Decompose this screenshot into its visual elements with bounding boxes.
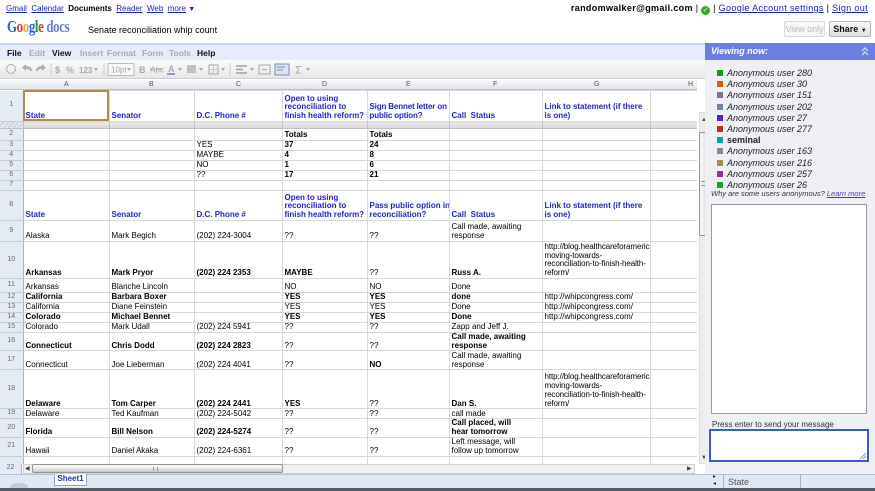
svg-text:Σ: Σ (295, 65, 302, 77)
svg-text:B: B (139, 65, 146, 75)
svg-text:Abc: Abc (150, 66, 164, 75)
svg-text:123: 123 (79, 66, 93, 75)
svg-text:$: $ (55, 65, 60, 75)
svg-text:10pt: 10pt (111, 66, 127, 75)
svg-text:A: A (168, 64, 175, 74)
svg-text:%: % (66, 65, 74, 75)
